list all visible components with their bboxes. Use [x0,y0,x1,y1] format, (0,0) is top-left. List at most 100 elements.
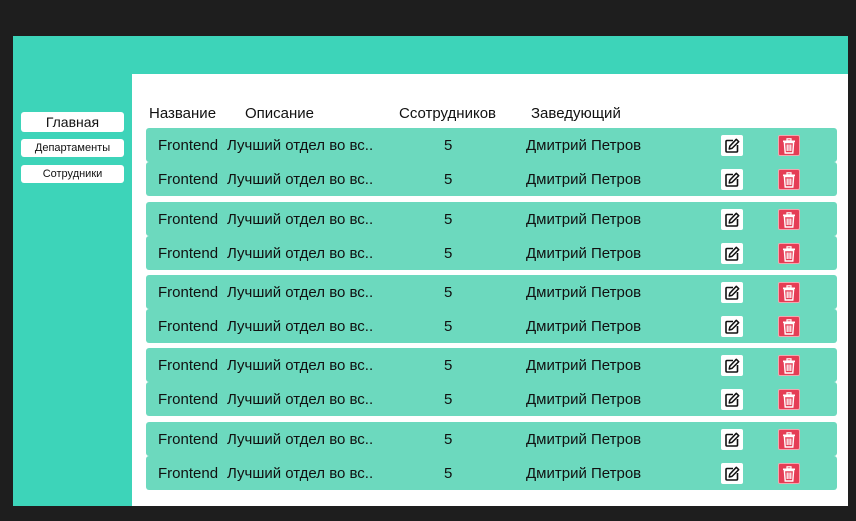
employee-count: 5 [444,137,453,154]
trash-icon [782,284,796,301]
edit-button[interactable] [721,135,743,156]
column-header-head: Заведующий [531,105,621,122]
department-head: Дмитрий Петров [526,211,642,228]
department-name: Frontend [158,171,219,188]
table-row: Frontend Лучший отдел во вс.. 5 Дмитрий Пет… [146,422,837,456]
edit-button[interactable] [721,463,743,484]
department-description: Лучший отдел во вс.. [227,357,374,374]
column-header-description: Описание [245,105,315,122]
employee-count: 5 [444,465,453,482]
edit-button[interactable] [721,389,743,410]
column-header-name: Название [149,105,217,122]
sidebar: Главная Департаменты Сотрудники [21,112,124,191]
edit-button[interactable] [721,355,743,376]
delete-button[interactable] [778,316,800,337]
table-row: Frontend Лучший отдел во вс.. 5 Дмитрий Пет… [146,382,837,416]
trash-icon [782,431,796,448]
delete-button[interactable] [778,463,800,484]
trash-icon [782,211,796,228]
table-row: Frontend Лучший отдел во вс.. 5 Дмитрий Пет… [146,236,837,270]
sidebar-item-home[interactable]: Главная [21,112,124,132]
employee-count: 5 [444,171,453,188]
department-name: Frontend [158,318,219,335]
trash-icon [782,391,796,408]
employee-count: 5 [444,357,453,374]
delete-button[interactable] [778,282,800,303]
edit-button[interactable] [721,316,743,337]
department-head: Дмитрий Петров [526,465,642,482]
trash-icon [782,465,796,482]
delete-button[interactable] [778,429,800,450]
table-row: Frontend Лучший отдел во вс.. 5 Дмитрий Пет… [146,309,837,343]
department-name: Frontend [158,431,219,448]
edit-icon [724,432,740,448]
table-header: Название Описание Ссотрудников Заведующи… [132,74,848,134]
department-description: Лучший отдел во вс.. [227,465,374,482]
department-description: Лучший отдел во вс.. [227,171,374,188]
department-description: Лучший отдел во вс.. [227,137,374,154]
edit-icon [724,466,740,482]
delete-button[interactable] [778,209,800,230]
edit-icon [724,392,740,408]
department-head: Дмитрий Петров [526,431,642,448]
department-name: Frontend [158,465,219,482]
table-row: Frontend Лучший отдел во вс.. 5 Дмитрий Пет… [146,162,837,196]
department-description: Лучший отдел во вс.. [227,284,374,301]
delete-button[interactable] [778,169,800,190]
department-head: Дмитрий Петров [526,357,642,374]
delete-button[interactable] [778,135,800,156]
trash-icon [782,245,796,262]
department-description: Лучший отдел во вс.. [227,318,374,335]
departments-table: Название Описание Ссотрудников Заведующи… [132,74,848,506]
trash-icon [782,318,796,335]
employee-count: 5 [444,391,453,408]
edit-button[interactable] [721,429,743,450]
edit-button[interactable] [721,243,743,264]
delete-button[interactable] [778,355,800,376]
edit-icon [724,246,740,262]
delete-button[interactable] [778,389,800,410]
table-row: Frontend Лучший отдел во вс.. 5 Дмитрий Пет… [146,275,837,309]
department-name: Frontend [158,211,219,228]
edit-icon [724,319,740,335]
app-window: Главная Департаменты Сотрудники Название… [13,36,848,506]
trash-icon [782,357,796,374]
department-name: Frontend [158,245,219,262]
department-name: Frontend [158,284,219,301]
department-head: Дмитрий Петров [526,391,642,408]
department-head: Дмитрий Петров [526,318,642,335]
column-header-employees: Ссотрудников [399,105,497,122]
department-head: Дмитрий Петров [526,137,642,154]
table-row: Frontend Лучший отдел во вс.. 5 Дмитрий Пет… [146,456,837,490]
employee-count: 5 [444,245,453,262]
trash-icon [782,137,796,154]
sidebar-item-employees[interactable]: Сотрудники [21,165,124,183]
edit-button[interactable] [721,282,743,303]
department-description: Лучший отдел во вс.. [227,431,374,448]
department-name: Frontend [158,391,219,408]
employee-count: 5 [444,431,453,448]
employee-count: 5 [444,318,453,335]
sidebar-item-departments[interactable]: Департаменты [21,139,124,157]
table-row: Frontend Лучший отдел во вс.. 5 Дмитрий Пет… [146,202,837,236]
employee-count: 5 [444,284,453,301]
department-name: Frontend [158,357,219,374]
department-description: Лучший отдел во вс.. [227,211,374,228]
edit-icon [724,172,740,188]
table-row: Frontend Лучший отдел во вс.. 5 Дмитрий Пет… [146,128,837,162]
department-head: Дмитрий Петров [526,245,642,262]
trash-icon [782,171,796,188]
department-description: Лучший отдел во вс.. [227,391,374,408]
edit-button[interactable] [721,209,743,230]
edit-icon [724,212,740,228]
employee-count: 5 [444,211,453,228]
delete-button[interactable] [778,243,800,264]
edit-button[interactable] [721,169,743,190]
table-row: Frontend Лучший отдел во вс.. 5 Дмитрий Пет… [146,348,837,382]
edit-icon [724,285,740,301]
department-description: Лучший отдел во вс.. [227,245,374,262]
department-head: Дмитрий Петров [526,284,642,301]
edit-icon [724,138,740,154]
department-name: Frontend [158,137,219,154]
department-head: Дмитрий Петров [526,171,642,188]
